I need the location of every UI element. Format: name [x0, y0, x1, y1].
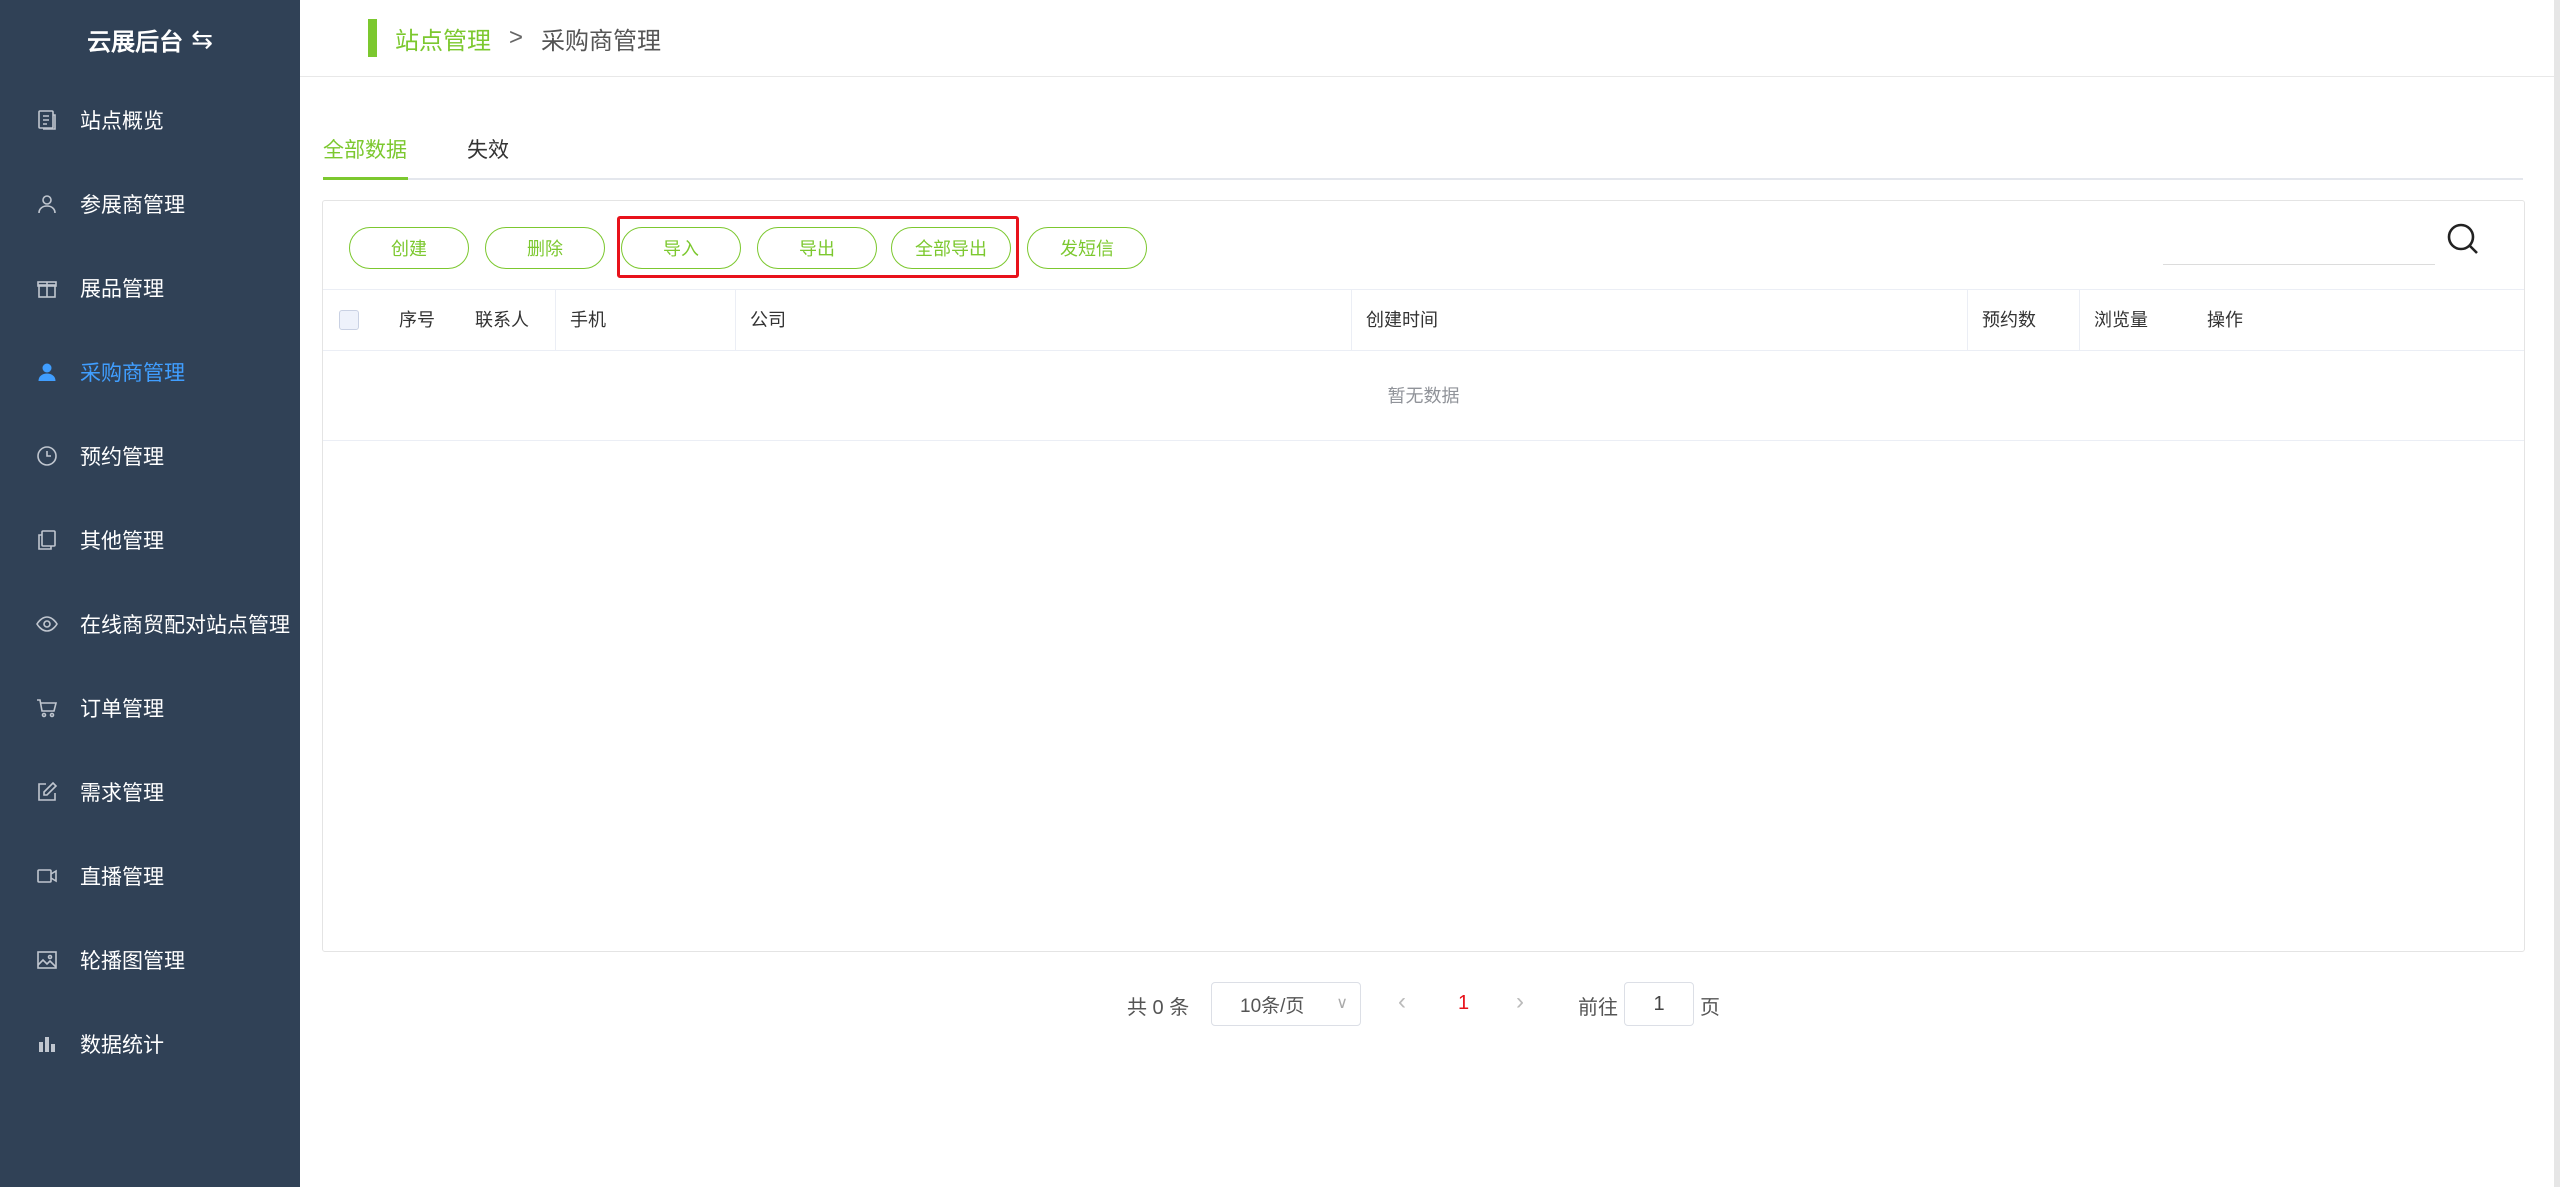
sidebar-item-label: 其他管理	[80, 530, 164, 553]
sidebar-item-label: 站点概览	[80, 110, 164, 133]
goto-page-input[interactable]: 1	[1624, 982, 1694, 1026]
sidebar-item-appointments[interactable]: 预约管理	[0, 426, 300, 486]
sidebar-item-site-overview[interactable]: 站点概览	[0, 90, 300, 150]
cart-icon	[34, 695, 60, 721]
next-page-icon[interactable]: ›	[1516, 988, 1524, 1016]
sidebar-item-live[interactable]: 直播管理	[0, 846, 300, 906]
sidebar-item-exhibits[interactable]: 展品管理	[0, 258, 300, 318]
column-header-index: 序号	[399, 310, 435, 330]
prev-page-icon[interactable]: ‹	[1398, 988, 1406, 1016]
create-button[interactable]: 创建	[349, 227, 469, 269]
app-title: 云展后台	[87, 28, 184, 56]
data-panel: 创建 删除 导入 导出 全部导出 发短信 序号 联系人 手机 公司 创建时间 预…	[322, 200, 2525, 952]
sidebar-item-label: 数据统计	[80, 1034, 164, 1057]
sidebar-item-buyers[interactable]: 采购商管理	[0, 342, 300, 402]
sidebar-item-label: 在线商贸配对站点管理	[80, 614, 290, 637]
table-header: 序号 联系人 手机 公司 创建时间 预约数 浏览量 操作	[323, 289, 2524, 351]
user-outline-icon	[34, 191, 60, 217]
column-header-phone: 手机	[555, 290, 606, 350]
breadcrumb: 站点管理 > 采购商管理	[300, 0, 2555, 77]
gift-icon	[34, 275, 60, 301]
page-size-value: 10条/页	[1240, 995, 1305, 1017]
sidebar-item-label: 参展商管理	[80, 194, 185, 217]
video-icon	[34, 863, 60, 889]
edit-icon	[34, 779, 60, 805]
highlight-box	[617, 216, 1019, 278]
search-icon[interactable]	[2443, 219, 2483, 259]
breadcrumb-current: 采购商管理	[541, 27, 662, 55]
sidebar-item-label: 轮播图管理	[80, 950, 185, 973]
copy-icon	[34, 527, 60, 553]
main-content: 站点管理 > 采购商管理 全部数据 失效 创建 删除 导入 导出 全部导出 发短…	[300, 0, 2560, 1187]
column-header-appointments: 预约数	[1967, 290, 2036, 350]
eye-icon	[34, 611, 60, 637]
tab-invalid[interactable]: 失效	[467, 134, 509, 180]
document-icon	[34, 107, 60, 133]
sidebar-header: 云展后台 ⇆	[0, 0, 300, 78]
sidebar-item-demands[interactable]: 需求管理	[0, 762, 300, 822]
goto-prefix-label: 前往	[1578, 996, 1618, 1019]
page-size-select[interactable]: 10条/页 ∨	[1211, 982, 1361, 1026]
breadcrumb-accent-bar	[368, 19, 377, 57]
user-filled-icon	[34, 359, 60, 385]
column-header-company: 公司	[735, 290, 786, 350]
table-empty-text: 暂无数据	[323, 351, 2524, 441]
bar-chart-icon	[34, 1031, 60, 1057]
sidebar-item-label: 订单管理	[80, 698, 164, 721]
breadcrumb-separator: >	[509, 24, 524, 51]
chevron-down-icon: ∨	[1336, 995, 1348, 1012]
select-all-checkbox[interactable]	[339, 310, 359, 330]
search-input[interactable]	[2163, 264, 2435, 265]
breadcrumb-parent-link[interactable]: 站点管理	[395, 21, 491, 56]
column-header-views: 浏览量	[2079, 290, 2148, 350]
sidebar-item-statistics[interactable]: 数据统计	[0, 1014, 300, 1074]
tab-bar: 全部数据 失效	[323, 128, 2523, 180]
sidebar-item-trade-matching[interactable]: 在线商贸配对站点管理	[0, 594, 300, 654]
column-header-contact: 联系人	[475, 310, 529, 330]
sidebar-item-label: 展品管理	[80, 278, 164, 301]
goto-suffix-label: 页	[1700, 996, 1720, 1019]
sidebar-item-label: 采购商管理	[80, 362, 185, 385]
sidebar-item-orders[interactable]: 订单管理	[0, 678, 300, 738]
clock-icon	[34, 443, 60, 469]
delete-button[interactable]: 删除	[485, 227, 605, 269]
sidebar-item-label: 预约管理	[80, 446, 164, 469]
tab-all-data[interactable]: 全部数据	[323, 134, 408, 180]
switch-icon[interactable]: ⇆	[191, 24, 213, 55]
column-header-created-time: 创建时间	[1351, 290, 1438, 350]
sidebar: 云展后台 ⇆ 站点概览 参展商管理 展品管理 采购商管理 预约管理 其他管理 在…	[0, 0, 300, 1187]
pagination-total: 共 0 条	[1127, 996, 1190, 1019]
column-header-actions: 操作	[2207, 310, 2243, 330]
send-sms-button[interactable]: 发短信	[1027, 227, 1147, 269]
sidebar-item-label: 需求管理	[80, 782, 164, 805]
sidebar-item-label: 直播管理	[80, 866, 164, 889]
sidebar-item-exhibitors[interactable]: 参展商管理	[0, 174, 300, 234]
sidebar-item-other[interactable]: 其他管理	[0, 510, 300, 570]
picture-icon	[34, 947, 60, 973]
vertical-scrollbar[interactable]	[2554, 0, 2560, 1187]
page-number-current[interactable]: 1	[1458, 992, 1469, 1015]
sidebar-item-carousel[interactable]: 轮播图管理	[0, 930, 300, 990]
